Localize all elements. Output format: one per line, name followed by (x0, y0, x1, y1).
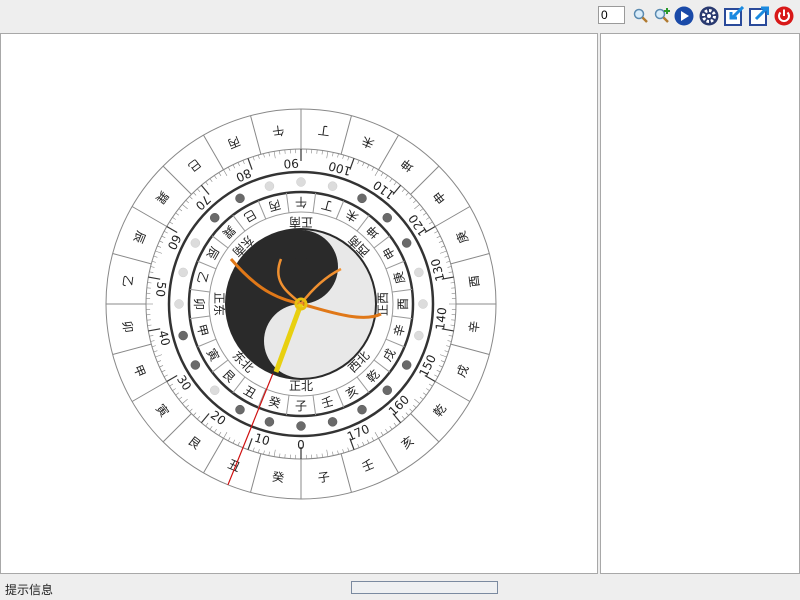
compass-canvas[interactable]: 癸丑艮寅甲卯乙辰巽巳丙午丁未坤申庚酉辛戌乾亥壬子 0 10 20 30 40 50 60 70 8… (0, 33, 598, 574)
marker-dot (264, 181, 275, 191)
scale-label: 50 (153, 281, 169, 298)
marker-dot (174, 299, 184, 309)
marker-dot (382, 385, 393, 396)
zoom-in-button[interactable] (652, 6, 672, 26)
scale-label: 90 (283, 156, 299, 171)
marker-dot (418, 299, 428, 309)
marker-dot (178, 330, 188, 341)
power-icon (774, 6, 794, 26)
direction-label: 正西 (376, 292, 390, 316)
outer-ring-label: 酉 (467, 274, 482, 288)
info-panel (600, 33, 800, 574)
scale-label: 0 (297, 438, 305, 452)
settings-button[interactable] (699, 6, 719, 26)
outer-ring-label: 卯 (120, 320, 135, 334)
outer-ring-label: 乙 (120, 274, 135, 288)
outer-ring-label: 丁 (317, 123, 331, 138)
yin-yang-dot (291, 331, 311, 351)
play-icon (674, 6, 694, 26)
inner-ring-label: 酉 (396, 298, 410, 310)
arrow-out-icon (749, 6, 769, 26)
marker-dot (327, 417, 338, 427)
marker-dot (401, 238, 412, 248)
marker-dot (414, 330, 424, 341)
luopan-compass[interactable]: 癸丑艮寅甲卯乙辰巽巳丙午 丁未坤申庚酉辛戌乾亥壬子0102030405060708… (1, 34, 599, 575)
direction-label: 正南 (289, 215, 313, 230)
marker-dot (235, 193, 245, 204)
magnifier-icon (633, 8, 648, 23)
marker-dot (190, 360, 201, 370)
toolbar: 0 (0, 0, 800, 32)
marker-dot (178, 267, 188, 278)
marker-dot (414, 267, 424, 278)
marker-dot (357, 193, 367, 204)
outer-ring-label: 辛 (467, 320, 482, 334)
progress-bar (351, 581, 498, 594)
marker-dot (264, 417, 275, 427)
direction-label: 正东 (212, 292, 226, 316)
inner-ring-label: 卯 (192, 298, 206, 310)
marker-dot (209, 212, 220, 223)
import-button[interactable] (724, 6, 744, 26)
marker-dot (296, 421, 306, 431)
marker-dot (209, 385, 220, 396)
marker-dot (382, 212, 393, 223)
power-button[interactable] (774, 6, 794, 26)
marker-dot (190, 238, 201, 248)
outer-ring-label: 子 (317, 470, 331, 485)
magnifier-plus-icon (654, 8, 670, 23)
angle-input[interactable]: 0 (598, 6, 625, 24)
direction-label: 正北 (289, 379, 313, 393)
inner-ring-label: 子 (295, 399, 307, 413)
arrow-in-icon (724, 6, 744, 26)
play-button[interactable] (674, 6, 694, 26)
zoom-out-button[interactable] (631, 6, 651, 26)
marker-dot (296, 177, 306, 187)
gear-icon (699, 6, 719, 26)
outer-ring-label: 癸 (271, 470, 285, 485)
marker-dot (401, 360, 412, 370)
marker-dot (357, 404, 367, 415)
marker-dot (327, 181, 338, 191)
outer-ring-label: 午 (271, 123, 285, 138)
scale-label: 140 (433, 307, 449, 331)
inner-ring-label: 午 (295, 195, 307, 209)
status-hint: 提示信息 (5, 583, 54, 597)
export-button[interactable] (749, 6, 769, 26)
marker-dot (235, 404, 245, 415)
yin-yang-dot (291, 257, 311, 277)
